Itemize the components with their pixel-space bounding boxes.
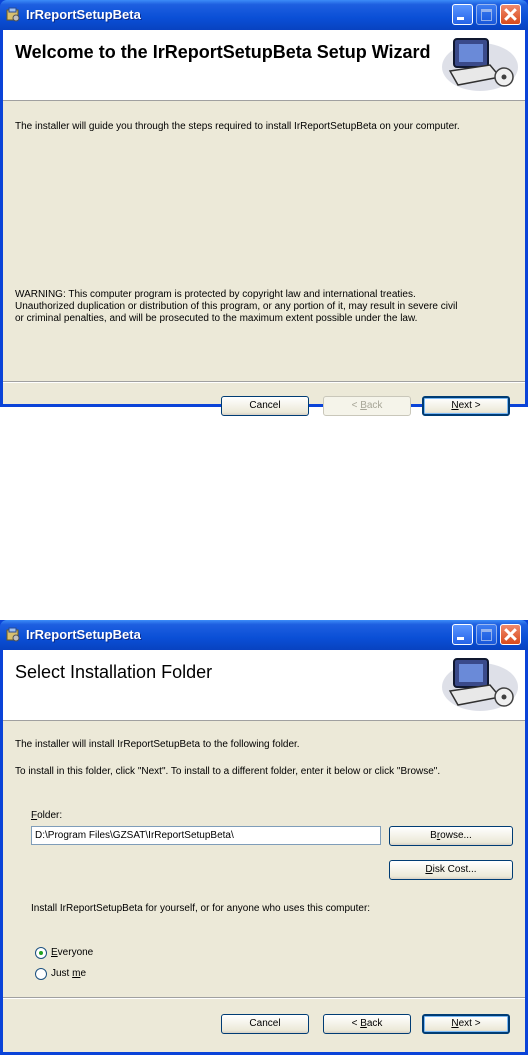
installer-icon [6,627,20,642]
maximize-button [476,4,497,25]
title-bar[interactable]: IrReportSetupBeta [0,0,528,30]
everyone-radio[interactable] [35,947,47,959]
browse-button[interactable]: Browse... [389,826,513,846]
wizard-body: Welcome to the IrReportSetupBeta Setup W… [3,30,525,416]
install-for-text: Install IrReportSetupBeta for yourself, … [31,903,371,914]
next-button[interactable]: Next > [422,396,510,416]
welcome-window: IrReportSetupBeta Welcome to the IrRepor… [0,0,528,416]
warning-line-2: Unauthorized duplication or distribution… [15,301,458,312]
separator [3,997,525,999]
warning-line-1: WARNING: This computer program is protec… [15,289,416,300]
minimize-button[interactable] [452,624,473,645]
maximize-button [476,624,497,645]
intro-text: The installer will guide you through the… [15,121,460,132]
folder-label: Folder: [31,810,63,821]
warning-line-3: or criminal penalties, and will be prose… [15,313,418,324]
page-title: Select Installation Folder [15,662,213,682]
just-me-label[interactable]: Just me [51,968,86,980]
cancel-button[interactable]: Cancel [221,396,309,416]
info-line-1: The installer will install IrReportSetup… [15,739,300,750]
close-button[interactable] [500,624,521,645]
installer-icon [6,7,20,22]
window-title: IrReportSetupBeta [26,7,141,22]
info-line-2: To install in this folder, click "Next".… [15,766,441,777]
cancel-button[interactable]: Cancel [221,1014,309,1034]
computer-install-icon [442,658,518,711]
close-button[interactable] [500,4,521,25]
back-button[interactable]: < Back [323,396,411,416]
wizard-body: Select Installation Folder The installer… [3,650,525,1052]
page-title: Welcome to the IrReportSetupBeta Setup W… [15,42,431,62]
separator [3,381,525,383]
disk-cost-button[interactable]: Disk Cost... [389,860,513,880]
minimize-button[interactable] [452,4,473,25]
radio-selected-dot [39,951,43,955]
just-me-radio[interactable] [35,968,47,980]
folder-input[interactable]: D:\Program Files\GZSAT\IrReportSetupBeta… [31,826,381,845]
folder-window: IrReportSetupBeta Select Installation Fo… [0,620,528,1055]
banner: Welcome to the IrReportSetupBeta Setup W… [3,30,525,101]
banner: Select Installation Folder [3,650,525,721]
window-title: IrReportSetupBeta [26,627,141,642]
back-button[interactable]: < Back [323,1014,411,1034]
everyone-label[interactable]: Everyone [51,947,93,959]
computer-install-icon [442,38,518,91]
next-button[interactable]: Next > [422,1014,510,1034]
title-bar[interactable]: IrReportSetupBeta [0,620,528,650]
